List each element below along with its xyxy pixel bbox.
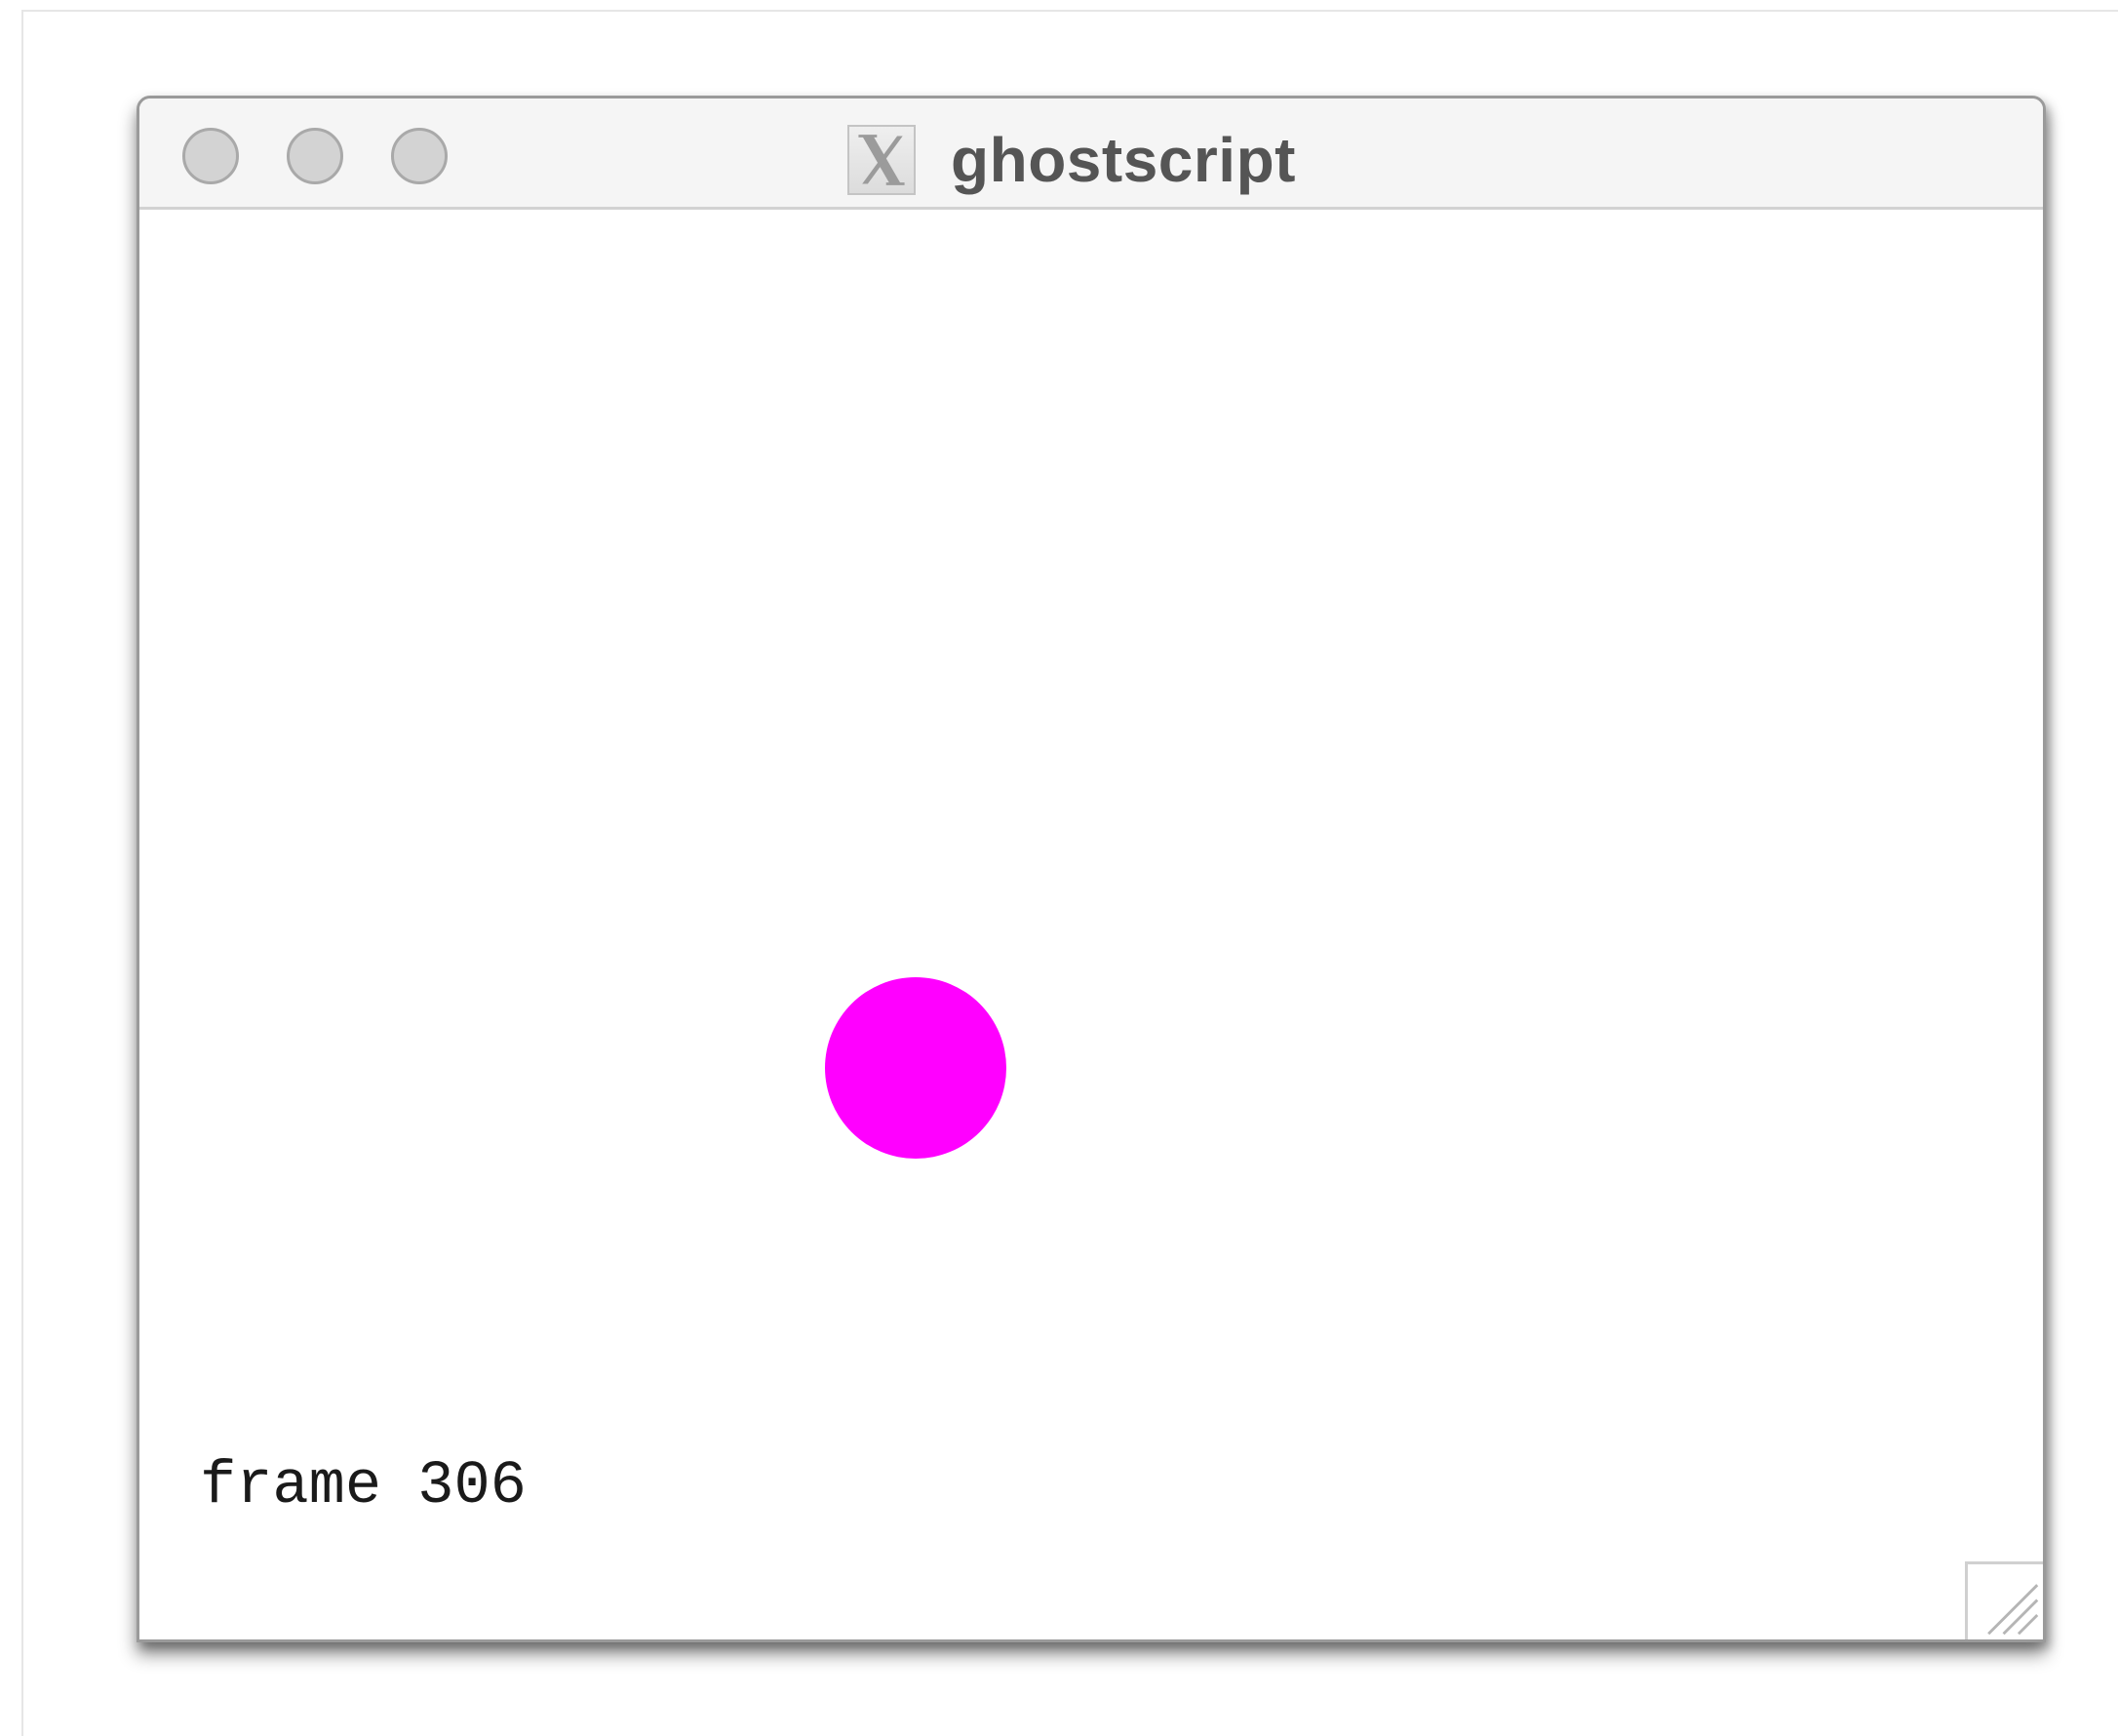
window-title-group: ghostscript [847,124,1296,196]
magenta-ball [825,977,1006,1159]
minimize-button[interactable] [287,128,343,184]
window-title: ghostscript [951,125,1296,195]
resize-grip-icon[interactable] [1965,1561,2043,1639]
frame-counter: frame 306 [200,1451,527,1520]
zoom-button[interactable] [391,128,448,184]
x11-icon [847,125,916,195]
title-bar[interactable]: ghostscript [139,99,2043,210]
ghostscript-window: ghostscript frame 306 [137,96,2046,1642]
close-button[interactable] [182,128,239,184]
ghostscript-canvas[interactable]: frame 306 [139,210,2043,1639]
